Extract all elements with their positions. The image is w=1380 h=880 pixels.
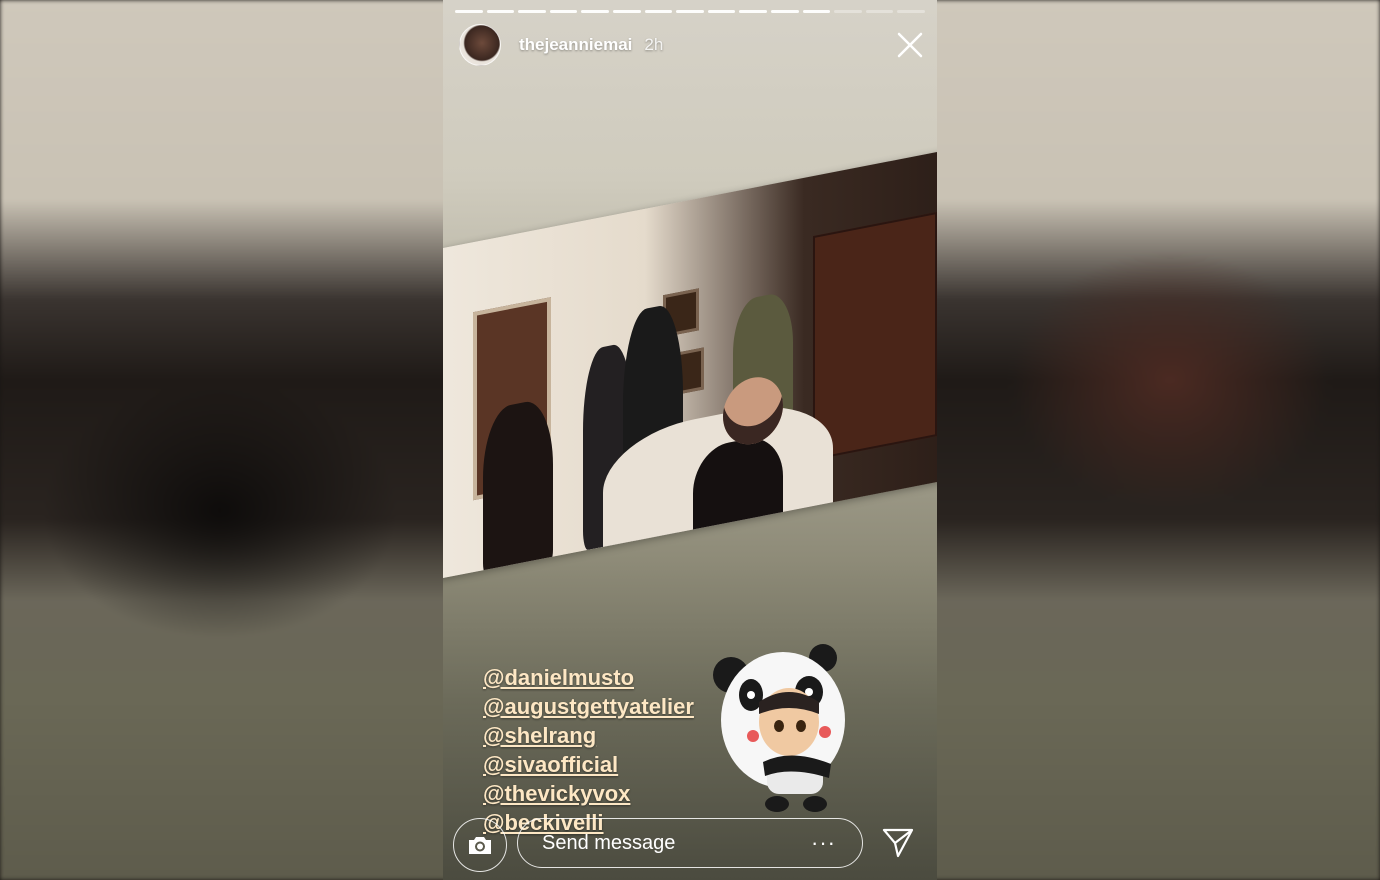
- story-progress-bar: [455, 10, 925, 13]
- progress-segment: [739, 10, 767, 13]
- story-photo: [443, 146, 937, 580]
- send-message-input[interactable]: Send message ···: [517, 818, 863, 868]
- mention-link[interactable]: @shelrang: [483, 723, 694, 749]
- progress-segment: [455, 10, 483, 13]
- mention-link[interactable]: @danielmusto: [483, 665, 694, 691]
- time-ago: 2h: [644, 35, 664, 54]
- story-viewer[interactable]: thejeanniemai 2h @danielmusto @augustget…: [443, 0, 937, 880]
- progress-segment: [644, 10, 673, 13]
- send-icon: [882, 828, 914, 858]
- camera-icon: [469, 837, 491, 854]
- progress-segment: [834, 10, 862, 13]
- username[interactable]: thejeanniemai: [519, 35, 632, 55]
- progress-segment: [581, 10, 609, 13]
- photo-wooden-door: [813, 212, 937, 461]
- progress-segment: [770, 10, 799, 13]
- story-header: thejeanniemai 2h: [459, 24, 663, 66]
- panda-sticker: [713, 644, 845, 812]
- story-reply-bar: Send message ···: [443, 812, 937, 874]
- message-placeholder: Send message: [542, 831, 676, 854]
- progress-segment: [802, 10, 831, 13]
- avatar[interactable]: [459, 24, 501, 66]
- progress-segment: [897, 10, 925, 13]
- close-icon: [897, 32, 923, 58]
- progress-segment: [865, 10, 894, 13]
- progress-segment: [549, 10, 578, 13]
- progress-segment: [612, 10, 641, 13]
- progress-segment: [486, 10, 515, 13]
- mention-link[interactable]: @augustgettyatelier: [483, 694, 694, 720]
- more-options-button[interactable]: ···: [811, 830, 836, 856]
- progress-segment: [676, 10, 704, 13]
- send-button[interactable]: [881, 826, 915, 860]
- background-dark-area: [40, 380, 400, 640]
- close-button[interactable]: [895, 30, 925, 60]
- photo-person: [483, 396, 553, 580]
- mention-link[interactable]: @thevickyvox: [483, 781, 694, 807]
- mention-list: @danielmusto @augustgettyatelier @shelra…: [483, 665, 694, 836]
- camera-button[interactable]: [453, 818, 507, 872]
- progress-segment: [518, 10, 546, 13]
- mention-link[interactable]: @sivaofficial: [483, 752, 694, 778]
- progress-segment: [707, 10, 736, 13]
- background-warm-area: [1010, 250, 1330, 510]
